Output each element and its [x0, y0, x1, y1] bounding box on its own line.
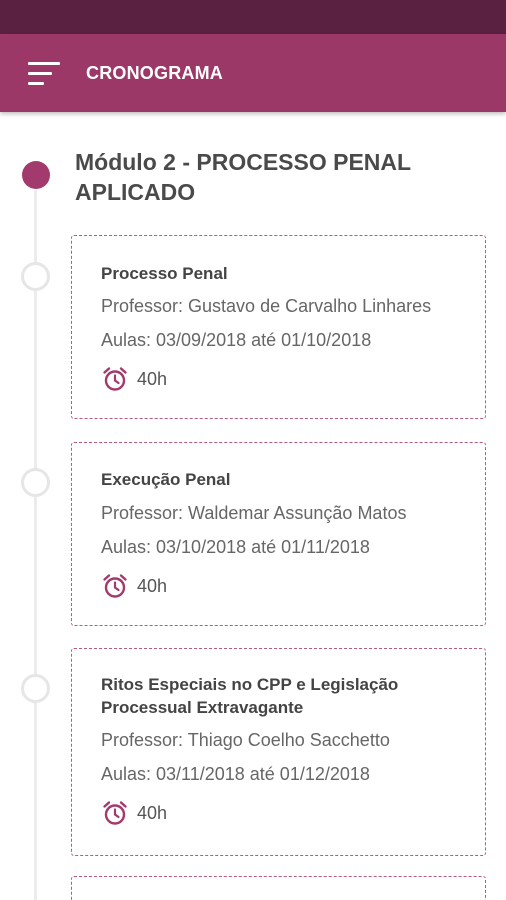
alarm-clock-icon [103, 801, 127, 825]
course-card[interactable]: Processo Penal Professor: Gustavo de Car… [71, 235, 486, 419]
alarm-clock-icon [103, 367, 127, 391]
course-title: Processo Penal [101, 264, 228, 283]
course-professor: Professor: Thiago Coelho Sacchetto [101, 730, 390, 750]
module-title: Módulo 2 - PROCESSO PENAL APLICADO [75, 149, 411, 205]
course-dates: Aulas: 03/09/2018 até 01/10/2018 [101, 330, 372, 350]
course-professor: Professor: Gustavo de Carvalho Linhares [101, 296, 432, 316]
course-hours-text: 40h [137, 575, 168, 596]
course-professor: Professor: Waldemar Assunção Matos [101, 503, 407, 523]
course-hours: 40h [101, 572, 485, 600]
page-title: CRONOGRAMA [86, 63, 223, 83]
course-hours-text: 40h [137, 368, 168, 389]
course-card[interactable]: Ritos Especiais no CPP e Legislação Proc… [71, 648, 486, 856]
course-dates: Aulas: 03/10/2018 até 01/11/2018 [101, 537, 370, 557]
course-dates: Aulas: 03/11/2018 até 01/12/2018 [101, 764, 370, 784]
app-bar: CRONOGRAMA [0, 34, 506, 112]
timeline-line [34, 190, 37, 900]
module-marker [22, 161, 50, 189]
course-title: Ritos Especiais no CPP e Legislação Proc… [101, 675, 399, 717]
timeline-node [21, 262, 50, 291]
course-card[interactable]: Execução Penal Professor: Waldemar Assun… [71, 442, 486, 626]
course-card-partial[interactable] [71, 876, 486, 900]
status-bar [0, 0, 506, 34]
timeline-node [21, 468, 50, 497]
menu-icon[interactable] [22, 56, 66, 92]
course-hours-text: 40h [137, 802, 168, 823]
course-hours: 40h [101, 799, 485, 827]
course-title: Execução Penal [101, 470, 231, 489]
timeline-node [21, 674, 50, 703]
alarm-clock-icon [103, 574, 127, 598]
course-hours: 40h [101, 365, 485, 393]
